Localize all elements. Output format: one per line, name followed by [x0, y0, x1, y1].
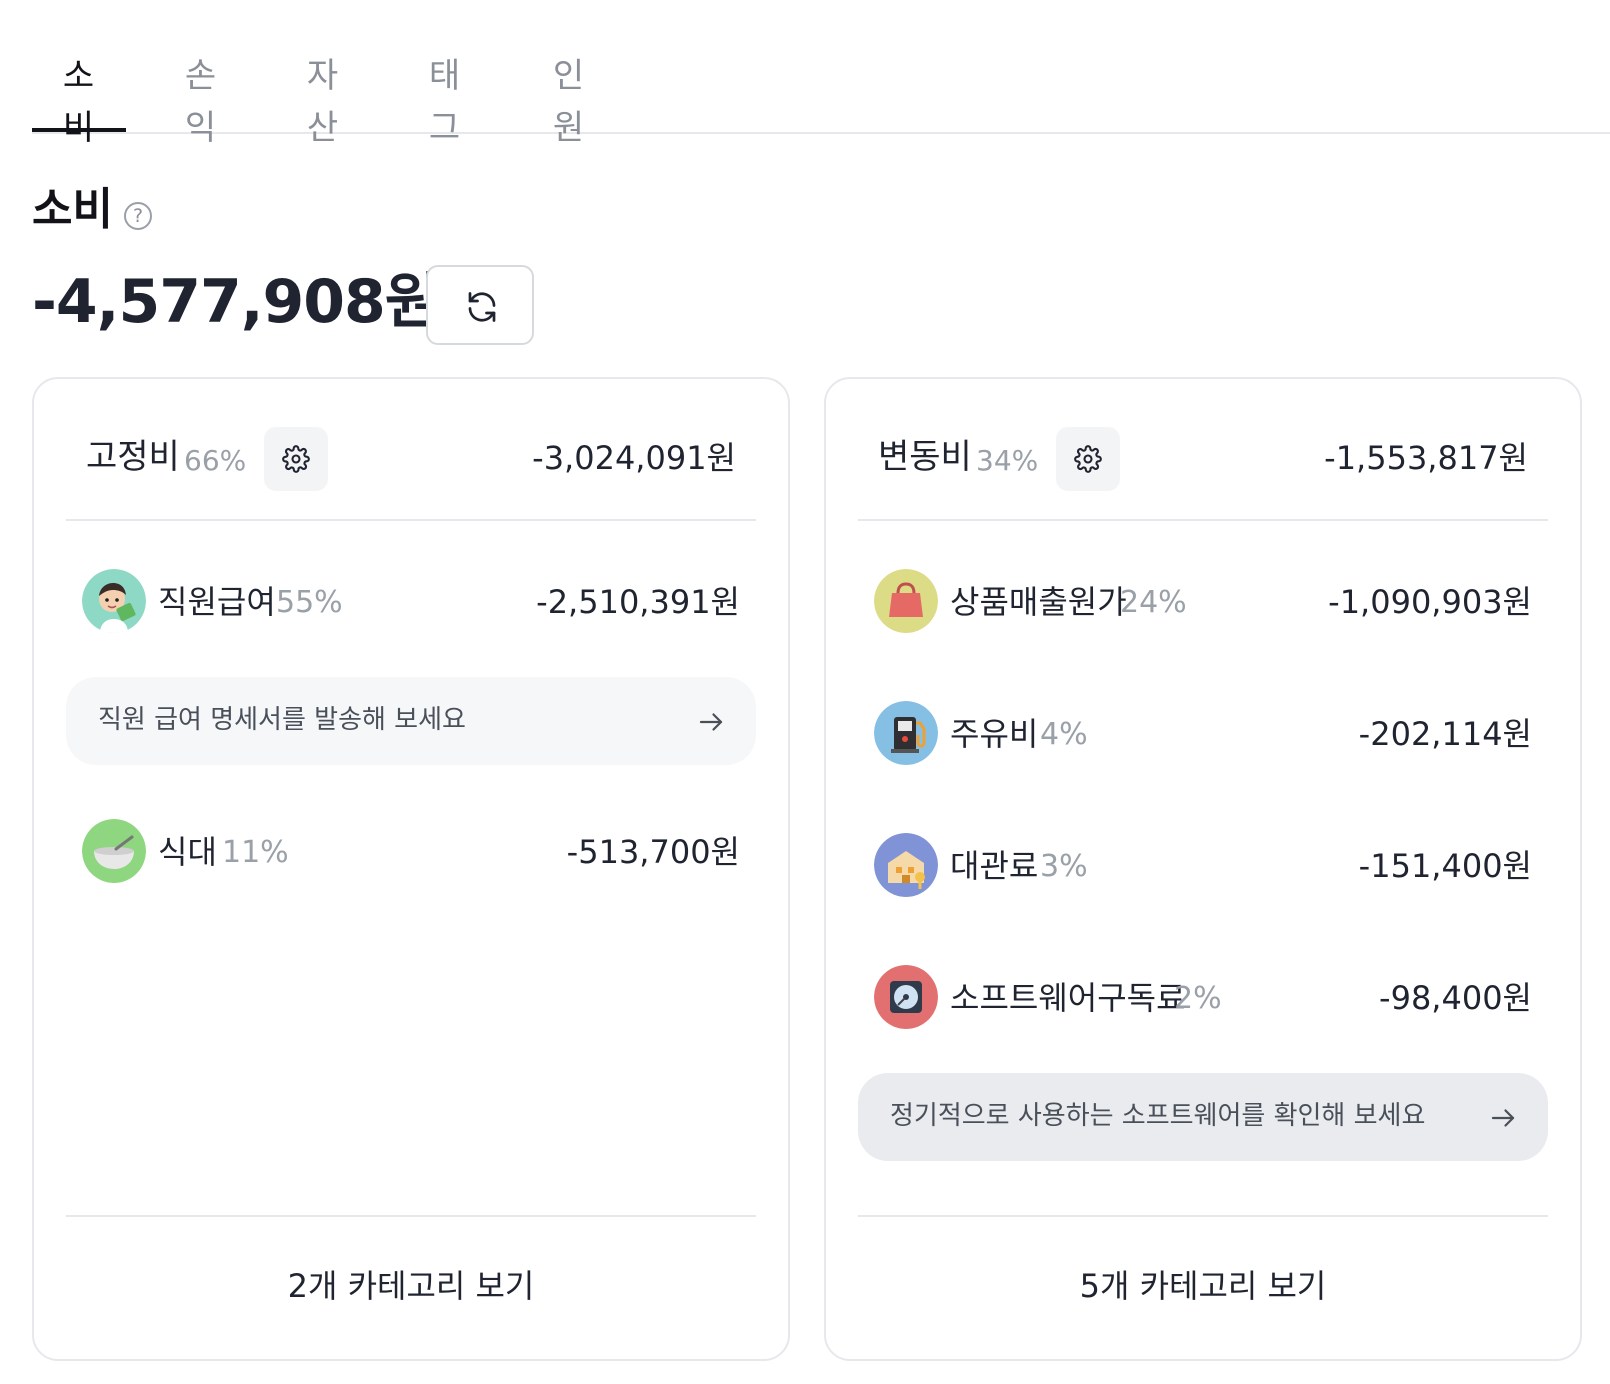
variable-cost-card: 변동비 34% -1,553,817원 상품매출원가 24% -1,090,90…	[824, 377, 1582, 1361]
employee-icon	[82, 569, 146, 633]
category-row-software[interactable]: 소프트웨어구독료 2% -98,400원	[826, 965, 1580, 1033]
category-percent: 55%	[276, 585, 343, 620]
category-amount: -202,114원	[1358, 715, 1532, 753]
gear-icon	[1074, 445, 1102, 473]
fuel-pump-icon	[874, 701, 938, 765]
tab-assets[interactable]: 자산	[292, 50, 354, 148]
disc-icon	[874, 965, 938, 1029]
tab-members[interactable]: 인원	[538, 50, 600, 148]
category-row-cogs[interactable]: 상품매출원가 24% -1,090,903원	[826, 569, 1580, 637]
tab-consumption[interactable]: 소비	[48, 50, 110, 148]
page-title: 소비	[32, 184, 113, 235]
category-amount: -1,090,903원	[1328, 583, 1532, 621]
variable-cost-amount: -1,553,817원	[1324, 439, 1528, 477]
view-fixed-categories-button[interactable]: 2개 카테고리 보기	[34, 1215, 788, 1359]
category-label: 대관료	[950, 847, 1039, 885]
arrow-right-icon	[699, 713, 723, 731]
footer-label: 2개 카테고리 보기	[287, 1267, 535, 1305]
category-row-fuel[interactable]: 주유비 4% -202,114원	[826, 701, 1580, 769]
category-row-meal[interactable]: 식대 11% -513,700원	[34, 819, 788, 887]
category-amount: -98,400원	[1379, 979, 1532, 1017]
meal-bowl-icon	[82, 819, 146, 883]
category-amount: -151,400원	[1358, 847, 1532, 885]
arrow-right-icon	[1491, 1109, 1515, 1127]
divider	[66, 519, 756, 521]
gear-icon	[282, 445, 310, 473]
fixed-cost-card: 고정비 66% -3,024,091원 직원급여 55% -2,510,391원…	[32, 377, 790, 1361]
category-label: 상품매출원가	[950, 583, 1127, 621]
refresh-icon	[468, 292, 496, 322]
fixed-cost-percent: 66%	[184, 444, 247, 477]
banner-text: 정기적으로 사용하는 소프트웨어를 확인해 보세요	[890, 1101, 1426, 1131]
banner-text: 직원 급여 명세서를 발송해 보세요	[98, 705, 466, 735]
category-amount: -2,510,391원	[536, 583, 740, 621]
footer-label: 5개 카테고리 보기	[1079, 1267, 1327, 1305]
help-icon[interactable]: ?	[124, 202, 152, 230]
view-variable-categories-button[interactable]: 5개 카테고리 보기	[826, 1215, 1580, 1359]
category-percent: 3%	[1040, 849, 1088, 884]
variable-cost-percent: 34%	[976, 444, 1039, 477]
category-percent: 2%	[1174, 981, 1222, 1016]
fixed-cost-title: 고정비	[86, 437, 180, 477]
refresh-button[interactable]	[426, 265, 534, 345]
category-label: 소프트웨어구독료	[950, 979, 1186, 1017]
fixed-cost-amount: -3,024,091원	[532, 439, 736, 477]
active-tab-indicator	[32, 128, 126, 132]
divider	[858, 519, 1548, 521]
category-row-salary[interactable]: 직원급여 55% -2,510,391원	[34, 569, 788, 637]
category-label: 식대	[158, 833, 217, 871]
variable-cost-settings-button[interactable]	[1056, 427, 1120, 491]
fixed-cost-header: 고정비 66% -3,024,091원	[34, 379, 788, 527]
variable-cost-header: 변동비 34% -1,553,817원	[826, 379, 1580, 527]
tab-profit-loss[interactable]: 손익	[170, 50, 232, 148]
tab-tags[interactable]: 태그	[414, 50, 476, 148]
shopping-bag-icon	[874, 569, 938, 633]
category-amount: -513,700원	[566, 833, 740, 871]
category-percent: 11%	[222, 835, 289, 870]
category-percent: 24%	[1120, 585, 1187, 620]
category-row-venue[interactable]: 대관료 3% -151,400원	[826, 833, 1580, 901]
total-amount: -4,577,908원	[32, 267, 440, 337]
software-banner[interactable]: 정기적으로 사용하는 소프트웨어를 확인해 보세요	[858, 1073, 1548, 1161]
building-key-icon	[874, 833, 938, 897]
category-label: 주유비	[950, 715, 1039, 753]
variable-cost-title: 변동비	[878, 437, 972, 477]
category-percent: 4%	[1040, 717, 1088, 752]
payslip-banner[interactable]: 직원 급여 명세서를 발송해 보세요	[66, 677, 756, 765]
fixed-cost-settings-button[interactable]	[264, 427, 328, 491]
tab-bar: 소비 손익 자산 태그 인원	[32, 0, 1610, 148]
category-label: 직원급여	[158, 583, 276, 621]
